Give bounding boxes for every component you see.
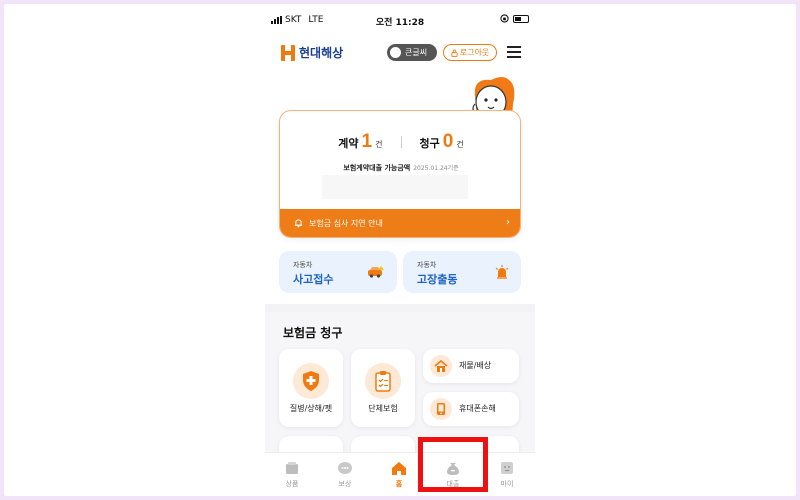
- phone-damage-claim-tile[interactable]: 휴대폰손해: [423, 392, 519, 426]
- loan-available-line: 보험계약대출 가능금액 2025.01.24기준: [280, 163, 520, 173]
- claim-count[interactable]: 청구 0 건: [420, 131, 464, 153]
- home-icon: [392, 461, 406, 475]
- emergency-siren-icon: [495, 265, 509, 279]
- status-time: 오전 11:28: [375, 18, 425, 28]
- quick-main-label: 고장출동: [417, 273, 458, 286]
- mobile-phone-icon: [430, 398, 452, 420]
- notice-bar[interactable]: 보험금 심사 지연 안내 ›: [280, 209, 520, 237]
- my-profile-icon: [501, 462, 513, 474]
- notice-text: 보험금 심사 지연 안내: [309, 218, 383, 228]
- tab-label: 상품: [285, 480, 299, 488]
- tab-my[interactable]: 마이: [487, 459, 527, 489]
- loan-label: 보험계약대출 가능금액: [343, 164, 411, 172]
- accident-report-button[interactable]: 자동차 사고접수: [279, 251, 397, 293]
- brand-logo[interactable]: 현대해상: [281, 44, 343, 61]
- logo-mark-icon: [281, 44, 295, 61]
- house-icon: [430, 355, 452, 377]
- car-accident-icon: [368, 266, 384, 278]
- section-divider: [265, 304, 535, 312]
- claim-unit: 건: [456, 140, 464, 149]
- quick-main-label: 사고접수: [293, 273, 334, 286]
- illness-injury-pet-claim-tile[interactable]: 질병/상해/펫: [279, 349, 343, 427]
- logout-label: 로그아웃: [459, 48, 490, 57]
- compensation-chat-icon: [338, 462, 352, 474]
- count-row: 계약 1 건 청구 0 건: [280, 131, 520, 153]
- loan-amount-box: [322, 175, 468, 199]
- shield-plus-icon: [293, 363, 329, 399]
- hamburger-menu-icon[interactable]: [507, 46, 521, 58]
- product-doc-icon: [286, 462, 298, 474]
- tile-label: 질병/상해/펫: [289, 404, 333, 413]
- logout-button[interactable]: 로그아웃: [443, 44, 497, 61]
- contract-label: 계약: [338, 137, 359, 150]
- orientation-lock-icon: [500, 14, 509, 23]
- group-insurance-claim-tile[interactable]: 단체보험: [351, 349, 415, 427]
- status-bar: SKT LTE 오전 11:28: [265, 8, 535, 32]
- count-divider: [400, 136, 402, 148]
- app-header: 현대해상 큰글씨 로그아웃: [265, 38, 535, 68]
- tile-label: 휴대폰손해: [459, 404, 496, 413]
- quick-sub-label: 자동차: [417, 261, 437, 269]
- big-font-label: 큰글씨: [405, 48, 428, 57]
- breakdown-dispatch-button[interactable]: 자동차 고장출동: [403, 251, 521, 293]
- property-liability-claim-tile[interactable]: 재물/배상: [423, 349, 519, 383]
- status-right: [500, 14, 529, 23]
- contract-count[interactable]: 계약 1 건: [338, 131, 382, 153]
- tab-home[interactable]: 홈: [379, 459, 419, 489]
- quick-sub-label: 자동차: [293, 261, 313, 269]
- battery-icon: [513, 14, 529, 23]
- claims-section-title: 보험금 청구: [283, 326, 343, 340]
- contract-count-value: 1: [361, 131, 373, 152]
- tile-label: 단체보험: [368, 404, 398, 413]
- claim-count-value: 0: [442, 131, 454, 152]
- tile-label: 재물/배상: [459, 361, 492, 370]
- contract-unit: 건: [375, 140, 383, 149]
- claim-label: 청구: [419, 137, 440, 150]
- tab-products[interactable]: 상품: [272, 459, 312, 489]
- tab-label: 보상: [338, 480, 352, 488]
- loan-date: 2025.01.24기준: [413, 165, 459, 172]
- lock-icon: [451, 49, 458, 57]
- toggle-knob: [390, 47, 401, 58]
- bell-icon: [294, 219, 303, 228]
- clipboard-checklist-icon: [365, 363, 401, 399]
- tab-label: 홈: [395, 480, 403, 488]
- contract-summary-card: 계약 1 건 청구 0 건 보험계약대출 가능금액 2025.01.24기준 보험금 심사…: [279, 110, 521, 238]
- tab-label: 마이: [500, 480, 514, 488]
- phone-screen: SKT LTE 오전 11:28 현대해상 큰글씨 로그아웃 계약 1 건 청구…: [265, 8, 535, 492]
- chevron-right-icon: ›: [506, 217, 510, 228]
- highlight-box-loan-tab: [418, 437, 488, 492]
- bottom-tab-bar: 상품 보상 홈 대출 마이: [265, 452, 535, 492]
- tab-compensation[interactable]: 보상: [325, 459, 365, 489]
- logo-text: 현대해상: [299, 46, 344, 60]
- big-font-toggle[interactable]: 큰글씨: [387, 44, 437, 61]
